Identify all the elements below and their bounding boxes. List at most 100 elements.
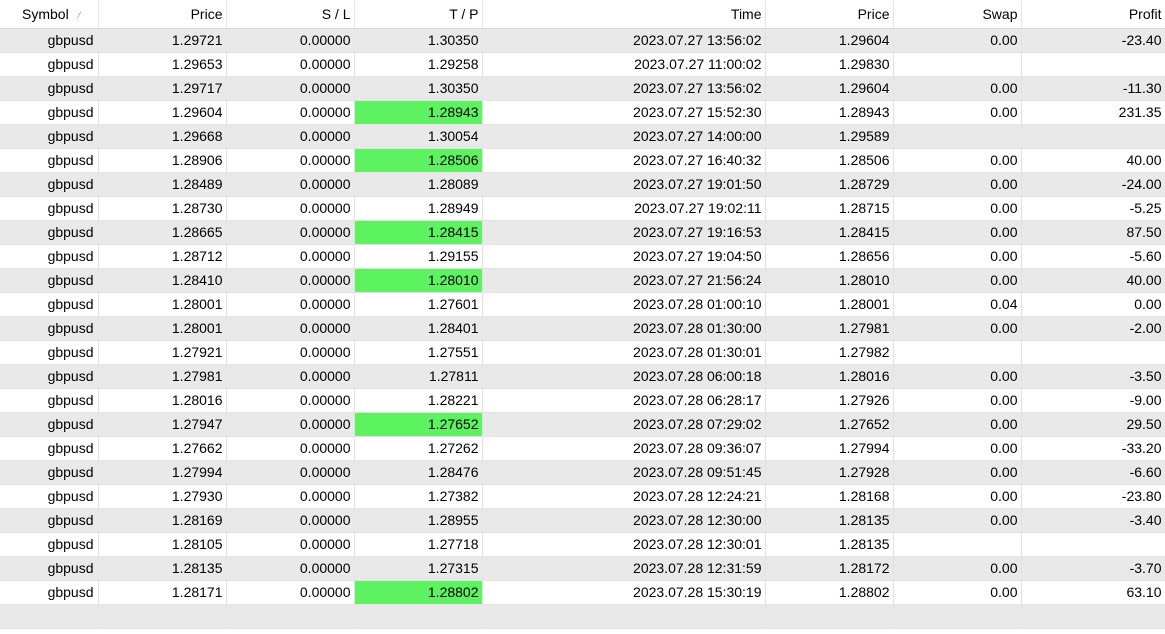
column-header-take-profit[interactable]: T / P: [354, 0, 483, 29]
table-row[interactable]: gbpusd 1.28410 0.00000 1.28010 2023.07.27 21…: [0, 268, 1165, 293]
cell-close-price: 1.28656: [765, 244, 894, 269]
cell-profit: [1021, 124, 1165, 149]
cell-swap: 0.00: [893, 28, 1022, 53]
cell-close-price: 1.28172: [765, 556, 894, 581]
table-row[interactable]: gbpusd 1.27994 0.00000 1.28476 2023.07.28 09…: [0, 460, 1165, 485]
table-row[interactable]: gbpusd 1.27947 0.00000 1.27652 2023.07.28 07…: [0, 412, 1165, 437]
cell-stop-loss: 0.00000: [226, 268, 355, 293]
column-header-time[interactable]: Time: [482, 0, 766, 29]
cell-open-price: 1.28906: [98, 148, 227, 173]
cell-open-price: 1.27994: [98, 460, 227, 485]
cell-take-profit: 1.28955: [354, 508, 483, 533]
cell-take-profit: 1.28221: [354, 388, 483, 413]
table-row[interactable]: gbpusd 1.29604 0.00000 1.28943 2023.07.27 15…: [0, 100, 1165, 125]
column-header-swap[interactable]: Swap: [893, 0, 1022, 29]
cell-symbol: gbpusd: [0, 532, 99, 557]
cell-swap: 0.00: [893, 268, 1022, 293]
cell-profit: -6.60: [1021, 460, 1165, 485]
cell-swap: 0.00: [893, 508, 1022, 533]
column-header-label: Time: [730, 5, 762, 22]
table-header-row: Symbol ⁄ Price S / L T / P Time Price Swa…: [0, 0, 1165, 29]
cell-take-profit: 1.28089: [354, 172, 483, 197]
cell-take-profit: 1.28401: [354, 316, 483, 341]
cell-swap: 0.00: [893, 172, 1022, 197]
table-row[interactable]: gbpusd 1.29717 0.00000 1.30350 2023.07.27 13…: [0, 76, 1165, 101]
table-row[interactable]: gbpusd 1.28016 0.00000 1.28221 2023.07.28 06…: [0, 388, 1165, 413]
cell-stop-loss: 0.00000: [226, 364, 355, 389]
table-row[interactable]: gbpusd 1.27930 0.00000 1.27382 2023.07.28 12…: [0, 484, 1165, 509]
cell-open-price: 1.29604: [98, 100, 227, 125]
column-header-label: Price: [190, 5, 223, 22]
table-row[interactable]: gbpusd 1.28001 0.00000 1.28401 2023.07.28 01…: [0, 316, 1165, 341]
table-row[interactable]: gbpusd 1.28001 0.00000 1.27601 2023.07.28 01…: [0, 292, 1165, 317]
cell-symbol: gbpusd: [0, 148, 99, 173]
cell-profit: -5.60: [1021, 244, 1165, 269]
column-header-stop-loss[interactable]: S / L: [226, 0, 355, 29]
cell-profit: -24.00: [1021, 172, 1165, 197]
cell-symbol: gbpusd: [0, 124, 99, 149]
cell-stop-loss: 0.00000: [226, 124, 355, 149]
column-header-symbol[interactable]: Symbol ⁄: [0, 0, 99, 29]
table-row[interactable]: gbpusd 1.28712 0.00000 1.29155 2023.07.27 19…: [0, 244, 1165, 269]
cell-take-profit: 1.30054: [354, 124, 483, 149]
cell-symbol: gbpusd: [0, 436, 99, 461]
table-row[interactable]: gbpusd 1.29721 0.00000 1.30350 2023.07.27 13…: [0, 28, 1165, 53]
cell-swap: 0.00: [893, 460, 1022, 485]
cell-take-profit: 1.28943: [354, 100, 483, 125]
cell-open-price: 1.28001: [98, 316, 227, 341]
cell-open-price: 1.28665: [98, 220, 227, 245]
cell-symbol: gbpusd: [0, 76, 99, 101]
cell-take-profit: 1.28802: [354, 580, 483, 605]
cell-symbol: gbpusd: [0, 268, 99, 293]
cell-stop-loss: 0.00000: [226, 52, 355, 77]
table-row[interactable]: gbpusd 1.29668 0.00000 1.30054 2023.07.27 14…: [0, 124, 1165, 149]
cell-close-price: 1.28016: [765, 364, 894, 389]
cell-open-price: 1.29721: [98, 28, 227, 53]
cell-close-price: 1.29604: [765, 28, 894, 53]
cell-close-price: 1.27981: [765, 316, 894, 341]
cell-symbol: gbpusd: [0, 316, 99, 341]
cell-open-price: [98, 604, 227, 629]
table-row[interactable]: gbpusd 1.28171 0.00000 1.28802 2023.07.28 15…: [0, 580, 1165, 605]
cell-profit: 87.50: [1021, 220, 1165, 245]
cell-stop-loss: 0.00000: [226, 316, 355, 341]
cell-take-profit: 1.29155: [354, 244, 483, 269]
cell-profit: 0.00: [1021, 292, 1165, 317]
table-row[interactable]: gbpusd 1.28906 0.00000 1.28506 2023.07.27 16…: [0, 148, 1165, 173]
cell-close-price: 1.28135: [765, 508, 894, 533]
cell-time: 2023.07.27 15:52:30: [482, 100, 766, 125]
table-row[interactable]: gbpusd 1.27981 0.00000 1.27811 2023.07.28 06…: [0, 364, 1165, 389]
cell-close-price: 1.29589: [765, 124, 894, 149]
cell-stop-loss: 0.00000: [226, 292, 355, 317]
cell-take-profit: 1.27652: [354, 412, 483, 437]
cell-close-price: 1.27652: [765, 412, 894, 437]
cell-symbol: gbpusd: [0, 364, 99, 389]
cell-swap: 0.00: [893, 220, 1022, 245]
table-row[interactable]: gbpusd 1.27662 0.00000 1.27262 2023.07.28 09…: [0, 436, 1165, 461]
table-row[interactable]: gbpusd 1.29653 0.00000 1.29258 2023.07.27 11…: [0, 52, 1165, 77]
cell-take-profit: 1.28949: [354, 196, 483, 221]
cell-take-profit: [354, 604, 483, 629]
cell-take-profit: 1.27718: [354, 532, 483, 557]
cell-close-price: 1.28168: [765, 484, 894, 509]
cell-time: 2023.07.27 19:16:53: [482, 220, 766, 245]
cell-stop-loss: 0.00000: [226, 196, 355, 221]
cell-time: 2023.07.27 13:56:02: [482, 28, 766, 53]
column-header-label: T / P: [449, 5, 479, 22]
table-row[interactable]: gbpusd 1.28105 0.00000 1.27718 2023.07.28 12…: [0, 532, 1165, 557]
cell-symbol: gbpusd: [0, 220, 99, 245]
cell-stop-loss: 0.00000: [226, 28, 355, 53]
table-row[interactable]: gbpusd 1.28169 0.00000 1.28955 2023.07.28 12…: [0, 508, 1165, 533]
table-row[interactable]: gbpusd 1.28730 0.00000 1.28949 2023.07.27 19…: [0, 196, 1165, 221]
table-row[interactable]: [0, 604, 1165, 629]
column-header-profit[interactable]: Profit: [1021, 0, 1165, 29]
cell-take-profit: 1.27551: [354, 340, 483, 365]
table-row[interactable]: gbpusd 1.28665 0.00000 1.28415 2023.07.27 19…: [0, 220, 1165, 245]
cell-time: 2023.07.28 01:30:00: [482, 316, 766, 341]
table-row[interactable]: gbpusd 1.28135 0.00000 1.27315 2023.07.28 12…: [0, 556, 1165, 581]
column-header-price[interactable]: Price: [98, 0, 227, 29]
table-row[interactable]: gbpusd 1.27921 0.00000 1.27551 2023.07.28 01…: [0, 340, 1165, 365]
column-header-close-price[interactable]: Price: [765, 0, 894, 29]
table-row[interactable]: gbpusd 1.28489 0.00000 1.28089 2023.07.27 19…: [0, 172, 1165, 197]
cell-close-price: 1.27926: [765, 388, 894, 413]
